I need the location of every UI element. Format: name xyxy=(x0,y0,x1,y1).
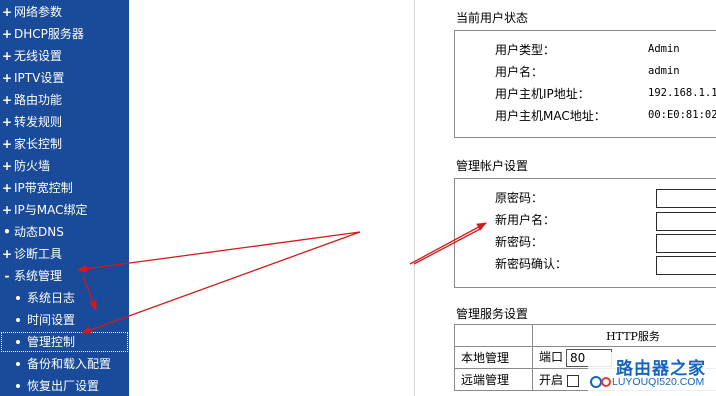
sidebar-item-label: IP带宽控制 xyxy=(14,181,73,195)
expand-icon: + xyxy=(1,137,13,151)
host-ip-label: 用户主机IP地址： xyxy=(495,87,590,101)
http-service-header: HTTP服务 xyxy=(532,324,716,347)
sidebar-item-label: 备份和载入配置 xyxy=(27,357,112,371)
status-section-title: 当前用户状态 xyxy=(456,11,529,25)
sidebar-item-ip-mac[interactable]: + IP与MAC绑定 xyxy=(0,199,129,221)
expand-icon: + xyxy=(1,49,13,63)
account-section-title: 管理帐户设置 xyxy=(456,159,529,173)
sidebar-item-label: 路由功能 xyxy=(14,93,63,107)
sidebar-item-label: 防火墙 xyxy=(14,159,51,173)
expand-icon: + xyxy=(1,71,13,85)
local-admin-label: 本地管理 xyxy=(454,346,533,369)
sidebar-item-diagnostics[interactable]: + 诊断工具 xyxy=(0,243,129,265)
sidebar-item-label: 转发规则 xyxy=(14,115,63,129)
old-password-label: 原密码： xyxy=(495,191,544,205)
new-username-label: 新用户名： xyxy=(495,213,556,227)
sidebar-item-label: DHCP服务器 xyxy=(14,27,84,41)
port-label: 端口 xyxy=(539,350,564,365)
new-password-field[interactable] xyxy=(656,234,716,253)
remote-enable-checkbox[interactable] xyxy=(567,374,580,387)
account-group: 原密码： 新用户名： 新密码： 新密码确认： xyxy=(454,178,716,288)
bullet-icon xyxy=(16,361,20,366)
sidebar-item-iptv[interactable]: + IPTV设置 xyxy=(0,67,129,89)
service-table-corner xyxy=(454,324,533,347)
sidebar-item-label: IPTV设置 xyxy=(14,71,65,85)
expand-icon: + xyxy=(1,247,13,261)
new-username-field[interactable] xyxy=(656,212,716,231)
expand-icon: + xyxy=(1,181,13,195)
collapse-icon: - xyxy=(4,269,10,283)
enable-label: 开启 xyxy=(539,373,564,387)
content-panel: 当前用户状态 用户类型： Admin 用户名： admin 用户主机IP地址： … xyxy=(414,0,716,396)
expand-icon: + xyxy=(1,93,13,107)
sidebar-item-label: 系统日志 xyxy=(27,291,76,305)
sidebar-item-label: 无线设置 xyxy=(14,49,63,63)
username-label: 用户名： xyxy=(495,65,544,79)
username-value: admin xyxy=(648,65,680,77)
old-password-field[interactable] xyxy=(656,189,716,208)
sidebar-menu: + 网络参数 + DHCP服务器 + 无线设置 + IPTV设置 + 路由功能 + 转发规则… xyxy=(0,0,129,396)
sidebar-item-label: 时间设置 xyxy=(27,313,76,327)
sidebar-item-label: 动态DNS xyxy=(14,225,64,239)
expand-icon: + xyxy=(1,159,13,173)
bullet-icon xyxy=(16,339,20,344)
host-mac-label: 用户主机MAC地址： xyxy=(495,109,606,123)
sidebar-subitem-admin-control[interactable]: 管理控制 xyxy=(0,331,129,353)
new-password-label: 新密码： xyxy=(495,235,544,249)
sidebar-item-label: 诊断工具 xyxy=(14,247,63,261)
router-logo-icon xyxy=(590,376,611,388)
sidebar-item-label: 家长控制 xyxy=(14,137,63,151)
sidebar-item-system[interactable]: - 系统管理 xyxy=(0,265,129,287)
sidebar-item-dhcp-server[interactable]: + DHCP服务器 xyxy=(0,23,129,45)
sidebar-subitem-syslog[interactable]: 系统日志 xyxy=(0,287,129,309)
sidebar-item-label: 系统管理 xyxy=(14,269,63,283)
expand-icon: + xyxy=(1,5,13,19)
sidebar-subitem-backup[interactable]: 备份和载入配置 xyxy=(0,353,129,375)
confirm-password-field[interactable] xyxy=(656,256,716,275)
watermark: 路由器之家 LUYOUQI520.COM xyxy=(588,352,716,396)
sidebar-item-label: IP与MAC绑定 xyxy=(14,203,88,217)
watermark-text-en: LUYOUQI520.COM xyxy=(612,376,705,388)
sidebar-subitem-time[interactable]: 时间设置 xyxy=(0,309,129,331)
sidebar-subitem-factory-reset[interactable]: 恢复出厂设置 xyxy=(0,375,129,396)
sidebar-item-firewall[interactable]: + 防火墙 xyxy=(0,155,129,177)
bullet-icon xyxy=(16,383,20,388)
sidebar-item-label: 恢复出厂设置 xyxy=(27,379,100,393)
sidebar-item-ddns[interactable]: • 动态DNS xyxy=(0,221,129,243)
sidebar-item-label: 管理控制 xyxy=(27,335,76,349)
sidebar-item-bandwidth[interactable]: + IP带宽控制 xyxy=(0,177,129,199)
bullet-icon xyxy=(16,317,20,322)
host-ip-value: 192.168.1.10 xyxy=(648,87,716,99)
sidebar-item-label: 网络参数 xyxy=(14,5,63,19)
sidebar-item-routing[interactable]: + 路由功能 xyxy=(0,89,129,111)
status-group: 用户类型： Admin 用户名： admin 用户主机IP地址： 192.168… xyxy=(454,30,716,138)
user-type-value: Admin xyxy=(648,43,680,55)
user-type-label: 用户类型： xyxy=(495,43,556,57)
host-mac-value: 00:E0:81:02: xyxy=(648,109,716,121)
sidebar-item-network-params[interactable]: + 网络参数 xyxy=(0,1,129,23)
expand-icon: + xyxy=(1,115,13,129)
sidebar-item-forwarding[interactable]: + 转发规则 xyxy=(0,111,129,133)
sidebar-item-parental[interactable]: + 家长控制 xyxy=(0,133,129,155)
bullet-icon xyxy=(16,295,20,300)
confirm-password-label: 新密码确认： xyxy=(495,257,568,271)
expand-icon: + xyxy=(1,27,13,41)
bullet-icon: • xyxy=(3,225,11,239)
sidebar-item-wireless[interactable]: + 无线设置 xyxy=(0,45,129,67)
remote-admin-label: 远端管理 xyxy=(454,368,533,391)
service-section-title: 管理服务设置 xyxy=(456,307,529,321)
expand-icon: + xyxy=(1,203,13,217)
